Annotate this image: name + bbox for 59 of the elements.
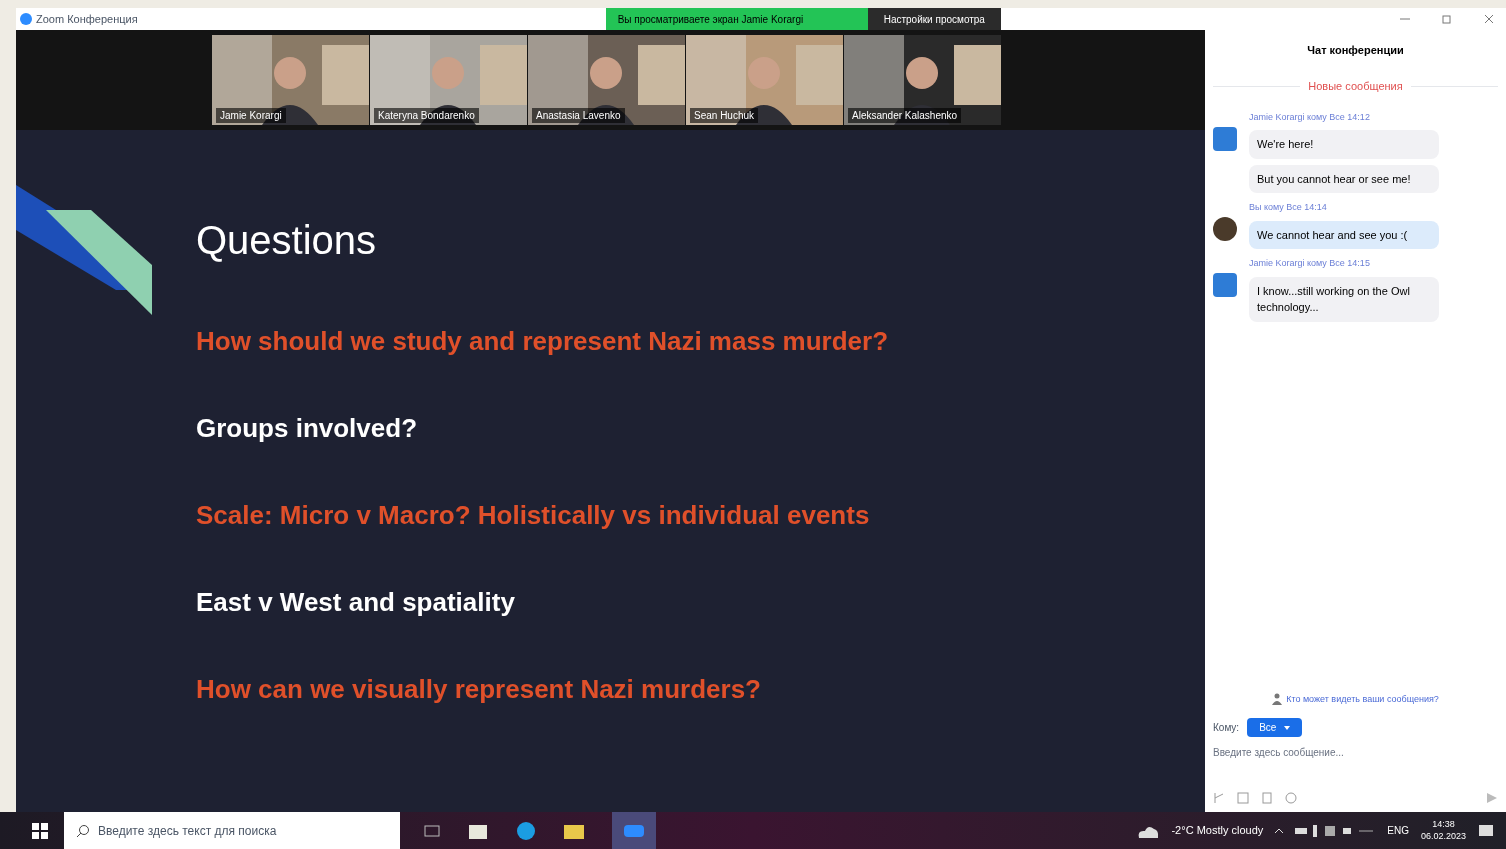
slide-question: How can we visually represent Nazi murders?	[196, 673, 762, 706]
search-placeholder: Введите здесь текст для поиска	[98, 822, 277, 840]
restore-icon[interactable]	[1442, 14, 1452, 24]
message-bubble: But you cannot hear or see me!	[1249, 164, 1439, 193]
message-bubble: We cannot hear and see you :(	[1249, 220, 1439, 249]
clock-date[interactable]: 06.02.2023	[1420, 830, 1466, 842]
view-options-button[interactable]: Настройки просмотра	[867, 8, 1001, 30]
close-icon[interactable]	[1484, 14, 1494, 24]
caret-icon	[1284, 725, 1291, 730]
avatar-icon	[1213, 126, 1237, 151]
message-bubble: We're here!	[1249, 130, 1439, 159]
tray-chevron-icon[interactable]	[1275, 828, 1284, 833]
zoom-taskbar-button[interactable]	[612, 812, 656, 849]
search-icon	[76, 823, 90, 838]
zoom-logo-icon	[20, 13, 32, 25]
notification-icon[interactable]	[1478, 822, 1494, 839]
video-tile[interactable]: Anastasia Lavenko	[528, 35, 685, 125]
avatar-icon	[1213, 273, 1237, 297]
message-sender: Jamie Korargi кому Все 14:15	[1249, 257, 1371, 270]
document-icon[interactable]	[1261, 792, 1273, 804]
clock-time[interactable]: 14:38	[1432, 819, 1455, 831]
taskbar-search-field[interactable]: Введите здесь текст для поиска	[64, 812, 400, 849]
share-banner: Вы просматриваете экран Jamie Korargi	[605, 8, 868, 30]
recipient-dropdown[interactable]: Все	[1247, 718, 1303, 737]
person-icon	[1272, 693, 1283, 706]
file-icon[interactable]	[1237, 792, 1249, 804]
participant-name: Kateryna Bondarenko	[374, 108, 479, 123]
emoji-icon[interactable]	[1285, 792, 1297, 804]
participant-name: Sean Huchuk	[690, 108, 759, 123]
message-bubble: I know...still working on the Owl technology...	[1249, 276, 1439, 322]
video-tile[interactable]: Jamie Korargi	[212, 35, 369, 125]
new-messages-label: Новые сообщения	[1308, 79, 1403, 94]
task-view-icon[interactable]	[424, 822, 440, 839]
participant-name: Aleksander Kalashenko	[848, 108, 962, 123]
slide-question: East v West and spatiality	[196, 586, 516, 619]
language-indicator[interactable]: ENG	[1387, 823, 1409, 838]
windows-start-icon[interactable]	[32, 822, 48, 839]
visibility-link[interactable]: Кто может видеть ваши сообщения?	[1286, 692, 1439, 706]
video-tile[interactable]: Aleksander Kalashenko	[844, 35, 1001, 125]
video-tile[interactable]: Kateryna Bondarenko	[370, 35, 527, 125]
slide-question: Scale: Micro v Macro? Holistically vs individual events	[196, 499, 871, 532]
weather-text: -2°C Mostly cloudy	[1171, 823, 1264, 839]
window-title: Zoom Конференция	[36, 11, 138, 27]
participant-name: Jamie Korargi	[216, 108, 286, 123]
slide-title: Questions	[196, 217, 378, 264]
video-tile[interactable]: Sean Huchuk	[686, 35, 843, 125]
folder-icon[interactable]	[564, 822, 584, 839]
participant-name: Anastasia Lavenko	[532, 108, 625, 123]
screenshot-icon[interactable]	[1213, 792, 1225, 804]
message-input[interactable]: Введите здесь сообщение...	[1213, 745, 1498, 760]
message-sender: Jamie Korargi кому Все 14:12	[1249, 110, 1371, 124]
send-icon[interactable]	[1486, 792, 1498, 804]
to-label: Кому:	[1213, 721, 1240, 735]
edge-icon[interactable]	[516, 820, 536, 841]
slide-question: How should we study and represent Nazi mass murder?	[196, 325, 890, 358]
chat-title: Чат конференции	[1307, 42, 1404, 58]
slide-question: Groups involved?	[196, 412, 419, 445]
message-sender: Вы кому Все 14:14	[1249, 201, 1328, 214]
avatar-icon	[1213, 217, 1237, 241]
